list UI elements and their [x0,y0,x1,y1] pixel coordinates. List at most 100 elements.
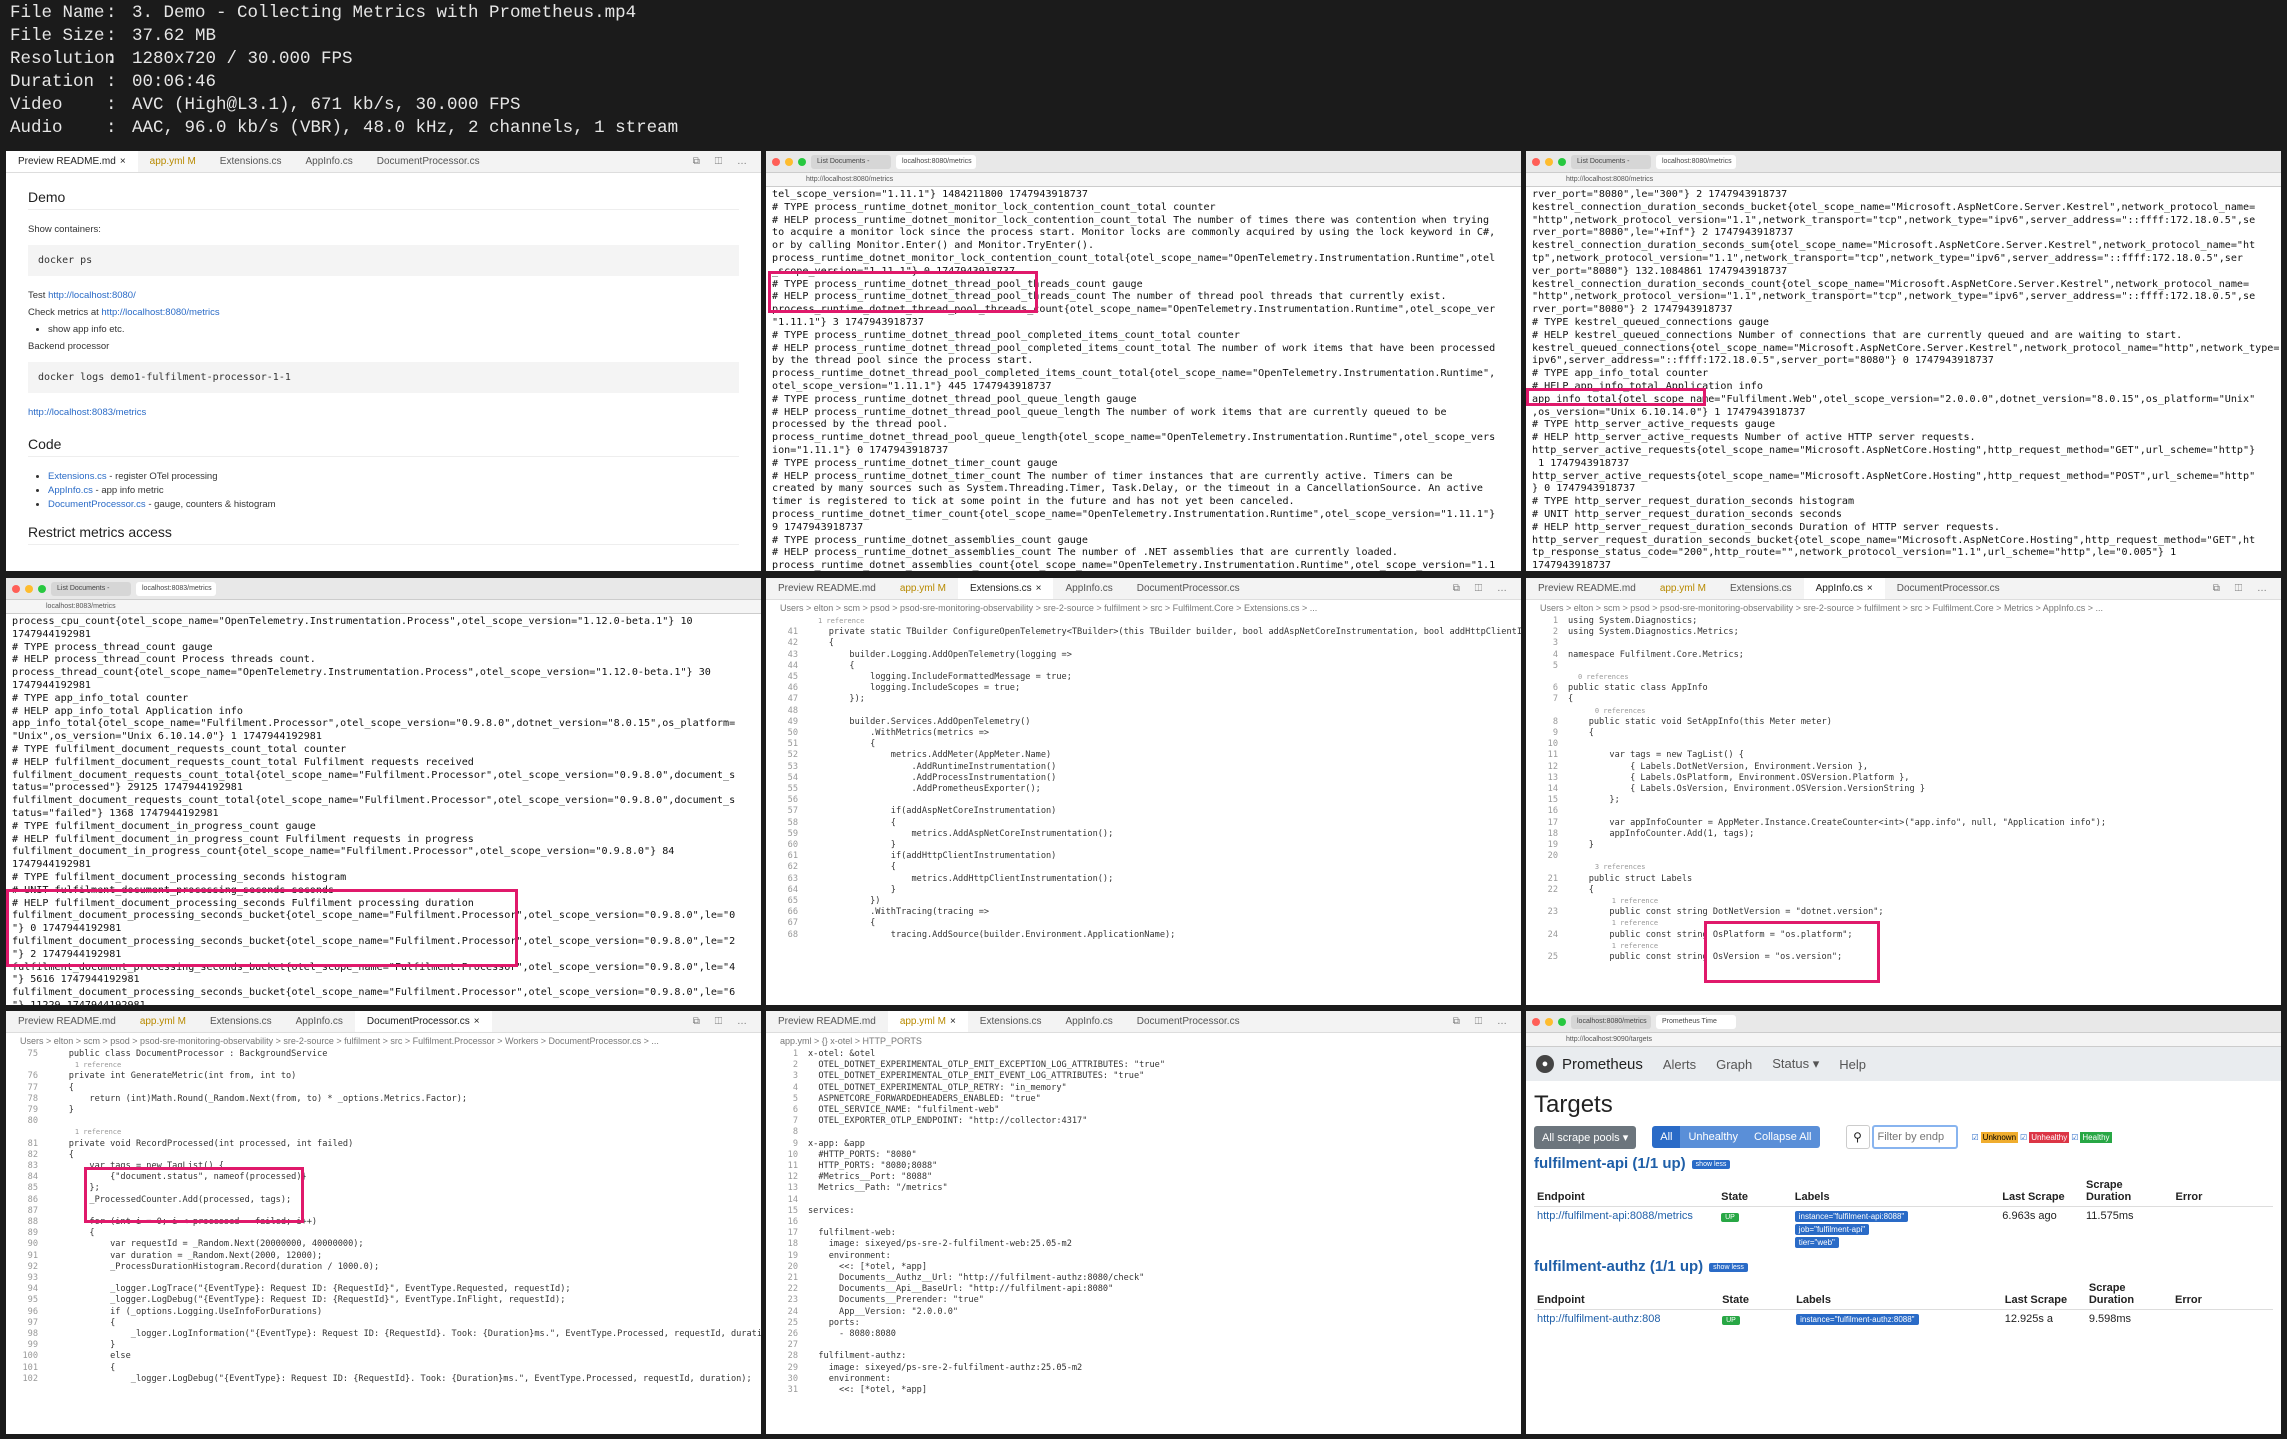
maximize-window-icon[interactable] [1558,1017,1566,1026]
editor-tab[interactable]: app.yml M × [887,1011,968,1032]
close-window-icon[interactable] [12,584,20,593]
editor-tab[interactable]: DocumentProcessor.cs × [354,1011,492,1032]
test-link[interactable]: http://localhost:8080/ [48,290,136,301]
code-item-link[interactable]: Extensions.cs [48,471,107,482]
line-number: 9 [1552,728,1558,739]
line-number: 65 [787,896,798,907]
backend-text: Backend processor [28,341,110,352]
editor-tab[interactable]: DocumentProcessor.cs [1885,578,2012,599]
editor-tab[interactable]: Preview README.md [1526,578,1648,599]
codelens-reference: 0 references [1578,706,1646,715]
minimize-window-icon[interactable] [1545,1017,1553,1026]
minimize-window-icon[interactable] [1545,157,1553,166]
browser-tab-active[interactable]: localhost:8080/metrics [1656,154,1736,169]
close-window-icon[interactable] [772,157,780,166]
editor-tab[interactable]: Extensions.cs [208,151,294,172]
editor-actions-icon[interactable]: ⧉ ◫ … [693,156,761,167]
code-line: 86 _ProcessedCounter.Add(processed, tags… [6,1195,761,1206]
close-window-icon[interactable] [1532,157,1540,166]
link-8083[interactable]: http://localhost:8083/metrics [28,407,146,418]
browser-tab-active[interactable]: localhost:8083/metrics [136,581,216,596]
close-tab-icon[interactable]: × [120,151,126,172]
nav-status[interactable]: Status ▾ [1772,1056,1819,1072]
editor-actions-icon[interactable]: ⧉ ◫ … [2213,583,2281,594]
close-tab-icon[interactable]: × [1036,578,1042,599]
extensions-editor-panel: Preview README.md app.yml M Extensions.cs ×… [766,578,1521,1005]
editor-actions-icon[interactable]: ⧉ ◫ … [693,1016,761,1027]
editor-tab[interactable]: AppInfo.cs [284,1011,355,1032]
browser-tab[interactable]: List Documents - Fulfilment [811,154,891,169]
editor-tab[interactable]: Preview README.md [766,578,888,599]
endpoint-link[interactable]: http://fulfilment-api:8088/metrics [1537,1210,1693,1222]
close-tab-icon[interactable]: × [474,1011,480,1032]
nav-alerts[interactable]: Alerts [1663,1057,1696,1072]
line-number: 84 [27,1172,38,1183]
endpoint-link[interactable]: http://fulfilment-authz:808 [1537,1313,1661,1325]
editor-tab[interactable]: Extensions.cs [198,1011,284,1032]
nav-graph[interactable]: Graph [1716,1057,1752,1072]
line-number: 43 [787,649,798,660]
browser-tab[interactable]: List Documents - Fulfilment [1571,154,1651,169]
maximize-window-icon[interactable] [38,584,46,593]
checkbox-healthy[interactable]: ☑ [2071,1133,2078,1142]
editor-tab[interactable]: app.yml M [138,151,208,172]
editor-tab[interactable]: AppInfo.cs [293,151,364,172]
scrape-pool-title[interactable]: fulfilment-authz (1/1 up) show less [1534,1258,2273,1275]
show-less-button[interactable]: show less [1691,1159,1731,1169]
maximize-window-icon[interactable] [1558,157,1566,166]
maximize-window-icon[interactable] [798,157,806,166]
metrics-line: rver_port="8080",le="300"} 2 17479439187… [1532,189,1788,200]
editor-tab[interactable]: DocumentProcessor.cs [365,151,492,172]
code-text: OTEL_SERVICE_NAME: "fulfilment-web" [808,1105,1000,1116]
browser-tab-active[interactable]: localhost:8080/metrics [896,154,976,169]
editor-tab[interactable]: Preview README.md × [6,151,138,172]
editor-tab[interactable]: app.yml M [128,1011,198,1032]
minimize-window-icon[interactable] [25,584,33,593]
editor-tab[interactable]: AppInfo.cs [1053,578,1124,599]
filter-endpoint-input[interactable] [1871,1125,1958,1149]
editor-tab[interactable]: AppInfo.cs × [1803,578,1885,599]
show-less-button[interactable]: show less [1709,1262,1748,1272]
address-bar[interactable]: http://localhost:8080/metrics [1526,173,2281,187]
editor-tab-label: app.yml M [899,582,946,594]
filter-unhealthy-button[interactable]: Unhealthy [1680,1126,1747,1148]
browser-tab[interactable]: List Documents - Fulfilment [51,581,131,596]
metrics-link[interactable]: http://localhost:8080/metrics [101,307,219,318]
all-scrape-pools-dropdown[interactable]: All scrape pools ▾ [1534,1125,1637,1149]
line-number: 98 [27,1329,38,1340]
close-tab-icon[interactable]: × [1867,578,1873,599]
editor-actions-icon[interactable]: ⧉ ◫ … [1453,583,1521,594]
browser-tab[interactable]: localhost:8080/metrics [1571,1014,1651,1029]
code-text: private void RecordProcessed(int process… [48,1138,354,1149]
close-tab-icon[interactable]: × [950,1011,956,1032]
editor-tab[interactable]: Extensions.cs × [957,578,1054,599]
checkbox-unknown[interactable]: ☑ [1972,1133,1979,1142]
prometheus-brand[interactable]: ● Prometheus [1536,1055,1643,1073]
code-line: 68 tracing.AddSource(builder.Environment… [766,930,1521,941]
address-bar[interactable]: localhost:8083/metrics [6,600,761,614]
editor-tab[interactable]: Extensions.cs [1718,578,1804,599]
line-number: 12 [1547,761,1558,772]
scrape-pool-title[interactable]: fulfilment-api (1/1 up) show less [1534,1155,2273,1172]
checkbox-unhealthy[interactable]: ☑ [2020,1133,2027,1142]
address-bar[interactable]: http://localhost:9090/targets [1526,1033,2281,1047]
code-item-link[interactable]: AppInfo.cs [48,485,93,496]
editor-actions-icon[interactable]: ⧉ ◫ … [1453,1016,1521,1027]
collapse-all-button[interactable]: Collapse All [1746,1126,1820,1148]
browser-tab-active[interactable]: Prometheus Time Series Colle [1656,1014,1736,1029]
editor-tab[interactable]: Extensions.cs [968,1011,1054,1032]
close-window-icon[interactable] [1532,1017,1540,1026]
code-line: 21 public struct Labels [1526,874,2281,885]
address-bar[interactable]: http://localhost:8080/metrics [766,173,1521,187]
minimize-window-icon[interactable] [785,157,793,166]
code-item-link[interactable]: DocumentProcessor.cs [48,499,146,510]
filter-all-button[interactable]: All [1652,1126,1681,1148]
editor-tab[interactable]: AppInfo.cs [1053,1011,1124,1032]
editor-tab[interactable]: DocumentProcessor.cs [1125,1011,1252,1032]
editor-tab[interactable]: DocumentProcessor.cs [1125,578,1252,599]
nav-help[interactable]: Help [1839,1057,1866,1072]
editor-tab[interactable]: Preview README.md [6,1011,128,1032]
editor-tab[interactable]: app.yml M [1648,578,1718,599]
editor-tab[interactable]: Preview README.md [766,1011,888,1032]
editor-tab[interactable]: app.yml M [888,578,958,599]
